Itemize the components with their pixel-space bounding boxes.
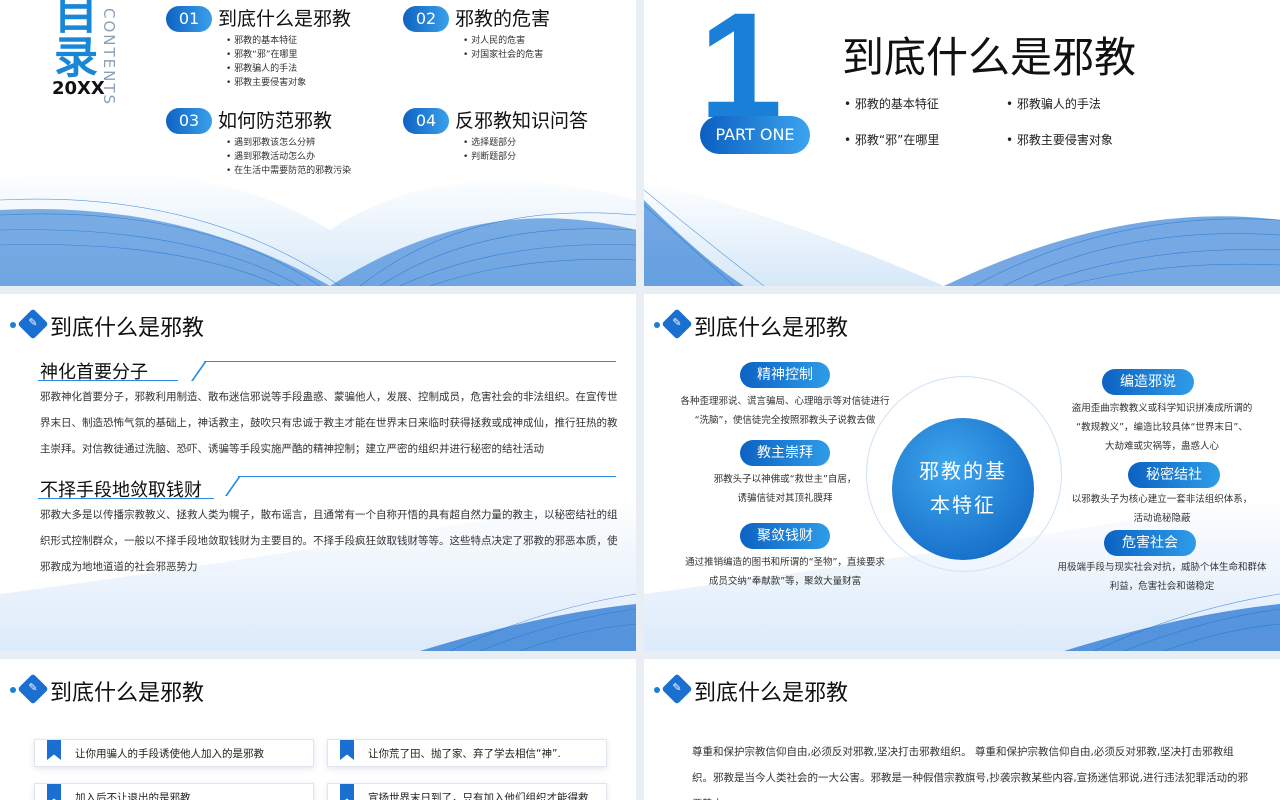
statement-text: 尊重和保护宗教信仰自由,必须反对邪教,坚决打击邪教组织。 尊重和保护宗教信仰自由… <box>692 746 1249 800</box>
bookmark-icon <box>47 784 61 800</box>
feature-desc-line: “教规教义”，编造比较具体“世界末日”、 <box>1076 422 1248 433</box>
toc-subitems: 对人民的危害 对国家社会的危害 <box>463 34 543 62</box>
statement-card: 让你荒了田、抛了家、弃了学去相信“神”. <box>327 739 607 767</box>
toc-title: 如何防范邪教 <box>218 110 333 132</box>
divider-slash <box>224 476 242 496</box>
slide-features[interactable]: ✎ 到底什么是邪教 邪教的基 本特征 精神控制 各种歪理邪说、谎言骗局、心理暗示… <box>644 294 1280 651</box>
document-icon: ✎ <box>28 681 38 694</box>
toc-subitems: 邪教的基本特征 邪教“邪”在哪里 邪教骗人的手法 邪教主要侵害对象 <box>226 34 306 90</box>
point-item: 邪教“邪”在哪里 <box>844 131 939 148</box>
header-dot <box>654 687 660 693</box>
feature-tag: 聚敛钱财 <box>740 523 830 549</box>
header-dot <box>654 322 660 328</box>
toc-number: 03 <box>166 108 212 134</box>
feature-desc-line: “洗脑”，使信徒完全按照邪教头子说教去做 <box>694 415 876 426</box>
slide-title: 到底什么是邪教 <box>50 681 205 706</box>
year-label: 20XX <box>52 78 105 99</box>
feature-desc: 通过推销编造的图书和所谓的“圣物”，直接要求 成员交纳“奉献款”等，聚敛大量财富 <box>644 553 926 591</box>
bookmark-icon <box>340 784 354 800</box>
statement-card: 宣扬世界末日到了，只有加入他们组织才能得救 <box>327 783 607 800</box>
point-item: 邪教的基本特征 <box>844 95 939 112</box>
divider <box>38 498 214 499</box>
header-dot <box>10 687 16 693</box>
toc-subitems: 选择题部分 判断题部分 <box>463 136 516 164</box>
feature-desc-line: 盗用歪曲宗教教义或科学知识拼凑成所谓的 <box>1071 403 1253 414</box>
toc-subitem: 遇到邪教该怎么分辨 <box>226 136 351 150</box>
toc-title: 反邪教知识问答 <box>455 110 589 132</box>
toc-subitem: 判断题部分 <box>463 150 516 164</box>
divider <box>38 380 178 381</box>
toc-subitem: 邪教“邪”在哪里 <box>226 48 306 62</box>
feature-desc-line: 各种歪理邪说、谎言骗局、心理暗示等对信徒进行 <box>680 396 890 407</box>
toc-subitem: 邪教的基本特征 <box>226 34 306 48</box>
toc-subitems: 遇到邪教该怎么分辨 遇到邪教活动怎么办 在生活中需要防范的邪教污染 <box>226 136 351 178</box>
slide-part-one[interactable]: 1 PART ONE 到底什么是邪教 邪教的基本特征 邪教骗人的手法 邪教“邪”… <box>644 0 1280 286</box>
feature-desc-line: 诱骗信徒对其顶礼膜拜 <box>737 493 833 504</box>
feature-desc: 邪教头子以神佛或“救世主”自居， 诱骗信徒对其顶礼膜拜 <box>644 470 926 508</box>
feature-tag: 教主崇拜 <box>740 440 830 466</box>
wave-background <box>0 494 636 651</box>
feature-desc-line: 大劫难或灾祸等，蛊惑人心 <box>1104 441 1219 452</box>
slide-toc[interactable]: 目录 20XX CONTENTS 01 到底什么是邪教 邪教的基本特征 邪教“邪… <box>0 0 636 286</box>
document-icon: ✎ <box>672 316 682 329</box>
card-text: 让你荒了田、抛了家、弃了学去相信“神”. <box>368 748 561 760</box>
feature-desc-line: 活动诡秘隐蔽 <box>1133 513 1191 524</box>
toc-subitem: 对人民的危害 <box>463 34 543 48</box>
toc-number: 02 <box>403 6 449 32</box>
slide-title: 到底什么是邪教 <box>694 316 849 341</box>
toc-subitem: 在生活中需要防范的邪教污染 <box>226 164 351 178</box>
slide-definition[interactable]: ✎ 到底什么是邪教 神化首要分子 邪教神化首要分子，邪教利用制造、散布迷信邪说等… <box>0 294 636 651</box>
toc-heading: 目录 <box>46 0 97 78</box>
feature-tag: 危害社会 <box>1104 530 1196 556</box>
toc-subitem: 对国家社会的危害 <box>463 48 543 62</box>
feature-desc-line: 以邪教头子为核心建立一套非法组织体系， <box>1071 494 1253 505</box>
feature-desc-line: 用极端手段与现实社会对抗，威胁个体生命和群体 <box>1057 562 1267 573</box>
card-text: 宣扬世界末日到了，只有加入他们组织才能得救 <box>368 792 589 800</box>
part-title: 到底什么是邪教 <box>842 33 1137 82</box>
toc-subitem: 遇到邪教活动怎么办 <box>226 150 351 164</box>
statement-card: 让你用骗人的手段诱使他人加入的是邪教 <box>34 739 314 767</box>
feature-tag: 秘密结社 <box>1128 462 1220 488</box>
toc-title: 到底什么是邪教 <box>218 8 352 30</box>
divider-slash <box>190 361 208 381</box>
toc-title: 邪教的危害 <box>455 8 551 30</box>
bookmark-icon <box>47 740 61 760</box>
toc-number: 04 <box>403 108 449 134</box>
feature-desc: 各种歪理邪说、谎言骗局、心理暗示等对信徒进行 “洗脑”，使信徒完全按照邪教头子说… <box>644 392 926 430</box>
feature-desc: 盗用歪曲宗教教义或科学知识拼凑成所谓的 “教规教义”，编造比较具体“世界末日”、… <box>1044 399 1280 456</box>
section-text: 邪教神化首要分子，邪教利用制造、散布迷信邪说等手段蛊惑、蒙骗他人，发展、控制成员… <box>40 391 618 455</box>
header-dot <box>10 322 16 328</box>
card-text: 让你用骗人的手段诱使他人加入的是邪教 <box>75 748 264 760</box>
point-item: 邪教骗人的手法 <box>1006 95 1101 112</box>
slide-identify[interactable]: ✎ 到底什么是邪教 让你用骗人的手段诱使他人加入的是邪教 让你荒了田、抛了家、弃… <box>0 659 636 800</box>
feature-tag: 编造邪说 <box>1102 369 1194 395</box>
feature-desc-line: 通过推销编造的图书和所谓的“圣物”，直接要求 <box>685 557 885 568</box>
slide-title: 到底什么是邪教 <box>694 681 849 706</box>
toc-subitem: 邪教骗人的手法 <box>226 62 306 76</box>
feature-desc-line: 成员交纳“奉献款”等，聚敛大量财富 <box>708 576 862 587</box>
point-item: 邪教主要侵害对象 <box>1006 131 1113 148</box>
part-label: PART ONE <box>700 116 810 154</box>
bookmark-icon <box>340 740 354 760</box>
toc-subitem: 邪教主要侵害对象 <box>226 76 306 90</box>
toc-number: 01 <box>166 6 212 32</box>
feature-tag: 精神控制 <box>740 362 830 388</box>
document-icon: ✎ <box>28 316 38 329</box>
statement-card: 加入后不让退出的是邪教 <box>34 783 314 800</box>
slide-statement[interactable]: ✎ 到底什么是邪教 尊重和保护宗教信仰自由,必须反对邪教,坚决打击邪教组织。 尊… <box>644 659 1280 800</box>
document-icon: ✎ <box>672 681 682 694</box>
feature-desc-line: 邪教头子以神佛或“救世主”自居， <box>713 474 857 485</box>
card-text: 加入后不让退出的是邪教 <box>75 792 191 800</box>
feature-desc: 以邪教头子为核心建立一套非法组织体系， 活动诡秘隐蔽 <box>1044 490 1280 528</box>
feature-desc: 用极端手段与现实社会对抗，威胁个体生命和群体 利益，危害社会和谐稳定 <box>1044 558 1280 596</box>
divider <box>204 361 616 362</box>
feature-desc-line: 利益，危害社会和谐稳定 <box>1109 581 1215 592</box>
section-text: 邪教大多是以传播宗教教义、拯救人类为幌子，散布谣言，且通常有一个自称开悟的具有超… <box>40 509 618 573</box>
contents-label: CONTENTS <box>100 8 118 107</box>
divider <box>238 476 616 477</box>
slide-title: 到底什么是邪教 <box>50 316 205 341</box>
toc-subitem: 选择题部分 <box>463 136 516 150</box>
